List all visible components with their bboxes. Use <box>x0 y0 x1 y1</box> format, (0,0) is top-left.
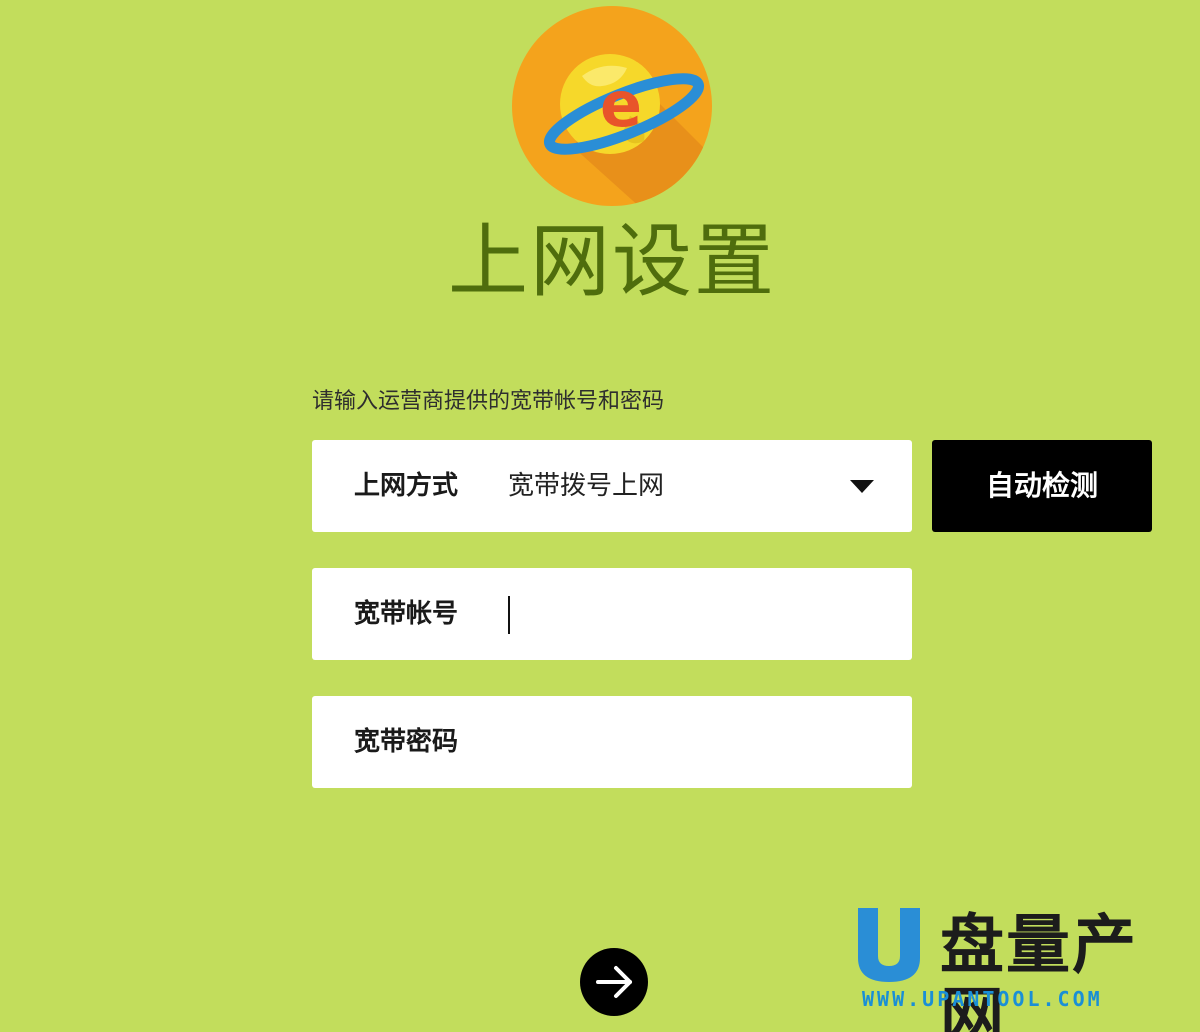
account-field[interactable]: 宽带帐号 <box>312 568 912 660</box>
connection-type-value: 宽带拨号上网 <box>508 471 665 501</box>
ie-globe-icon: e <box>512 6 712 206</box>
svg-text:e: e <box>600 68 642 141</box>
text-cursor <box>508 596 510 634</box>
password-input[interactable] <box>508 716 878 768</box>
arrow-right-icon <box>596 966 632 998</box>
next-button[interactable] <box>580 948 648 1016</box>
site-watermark: 盘量产网 WWW.UPANTOOL.COM <box>848 900 1178 1032</box>
account-input[interactable] <box>508 588 878 640</box>
u-logo-icon <box>858 908 920 982</box>
password-field[interactable]: 宽带密码 <box>312 696 912 788</box>
internet-globe-logo: e <box>512 6 712 206</box>
password-label: 宽带密码 <box>354 727 459 757</box>
account-label: 宽带帐号 <box>354 599 459 629</box>
watermark-url: WWW.UPANTOOL.COM <box>862 987 1103 1011</box>
watermark-brand: 盘量产网 <box>940 909 1138 1032</box>
router-setup-page: e 上网设置 请输入运营商提供的宽带帐号和密码 上网方式 宽带拨号上网 自动检测… <box>0 0 1200 1032</box>
instruction-text: 请输入运营商提供的宽带帐号和密码 <box>312 389 665 414</box>
auto-detect-button[interactable]: 自动检测 <box>932 440 1152 532</box>
connection-type-select[interactable]: 上网方式 宽带拨号上网 <box>312 440 912 532</box>
connection-type-label: 上网方式 <box>354 471 459 501</box>
page-title: 上网设置 <box>448 215 776 308</box>
caret-down-icon[interactable] <box>850 480 874 493</box>
